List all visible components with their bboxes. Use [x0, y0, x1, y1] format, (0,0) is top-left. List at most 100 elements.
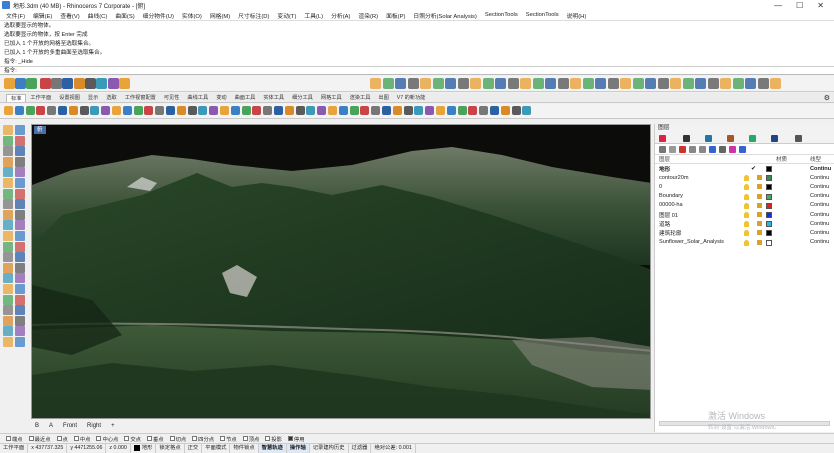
lock-icon[interactable]	[757, 239, 762, 245]
osnap-2[interactable]: 点	[56, 435, 68, 443]
lock-icon[interactable]	[757, 193, 762, 199]
viewport-tab-0[interactable]: B	[35, 423, 39, 429]
toolbar-icon[interactable]	[457, 78, 469, 89]
osnap-11[interactable]: 投影	[265, 435, 282, 443]
menu-item-3[interactable]: 曲线(C)	[84, 11, 112, 20]
side-tool-icon[interactable]	[3, 326, 13, 337]
osnap-checkbox[interactable]	[73, 436, 79, 441]
tool-icon[interactable]	[414, 106, 424, 115]
move-down-icon[interactable]	[699, 146, 706, 153]
side-tool-icon[interactable]	[15, 125, 25, 135]
viewport-title[interactable]: 俯	[34, 126, 46, 134]
viewport-tab-3[interactable]: Right	[87, 423, 101, 429]
toolbar-icon[interactable]	[570, 78, 581, 89]
side-tool-icon[interactable]	[15, 209, 25, 220]
tool-icon[interactable]	[144, 106, 154, 115]
tool-icon[interactable]	[392, 106, 402, 115]
tool-icon[interactable]	[317, 106, 327, 115]
move-up-icon[interactable]	[689, 146, 696, 153]
layer-color-swatch[interactable]	[766, 239, 772, 246]
side-tool-icon[interactable]	[3, 209, 13, 220]
tool-icon[interactable]	[425, 106, 435, 115]
side-tool-icon[interactable]	[3, 188, 13, 199]
side-tool-icon[interactable]	[15, 252, 25, 263]
viewport-tab-4[interactable]: +	[111, 423, 115, 429]
tool-icon[interactable]	[457, 106, 467, 115]
menu-item-16[interactable]: SectionTools	[522, 12, 563, 18]
tool-icon[interactable]	[209, 106, 219, 115]
command-prompt[interactable]: 指令:	[0, 66, 834, 75]
tool-icon[interactable]	[122, 106, 132, 115]
side-tool-icon[interactable]	[15, 337, 25, 347]
osnap-checkbox[interactable]	[96, 436, 102, 441]
menu-item-4[interactable]: 曲面(S)	[111, 11, 138, 20]
tool-icon[interactable]	[90, 106, 100, 115]
tool-icon[interactable]	[47, 106, 57, 115]
toolbar-icon[interactable]	[96, 78, 107, 89]
osnap-checkbox[interactable]	[124, 436, 130, 441]
menu-item-15[interactable]: SectionTools	[481, 12, 522, 18]
tool-icon[interactable]	[274, 106, 283, 115]
tool-icon[interactable]	[176, 106, 186, 115]
side-tool-icon[interactable]	[3, 156, 13, 167]
side-tool-icon[interactable]	[15, 146, 25, 157]
toolbar-icon[interactable]	[595, 78, 606, 89]
tool-icon[interactable]	[220, 106, 229, 115]
toolbar-icon[interactable]	[108, 78, 119, 89]
menu-item-0[interactable]: 文件(F)	[2, 11, 29, 20]
lock-icon[interactable]	[757, 221, 762, 227]
menu-item-2[interactable]: 查看(V)	[56, 11, 83, 20]
layer-row[interactable]: 0 Continu	[655, 182, 834, 191]
side-tool-icon[interactable]	[15, 241, 25, 252]
tab-6[interactable]: 可见性	[160, 94, 184, 101]
layer-row[interactable]: 图层 01 Continu	[655, 210, 834, 219]
tool-icon[interactable]	[14, 106, 24, 115]
side-tool-icon[interactable]	[15, 156, 25, 167]
menu-item-11[interactable]: 分析(A)	[327, 11, 354, 20]
side-tool-icon[interactable]	[15, 315, 25, 326]
osnap-9[interactable]: 节点	[220, 435, 237, 443]
tool-icon[interactable]	[25, 106, 35, 115]
help-icon[interactable]	[739, 146, 746, 153]
cplane-label[interactable]: 工作平面	[0, 444, 29, 453]
toolbar-icon[interactable]	[432, 78, 444, 89]
lock-icon[interactable]	[757, 211, 762, 217]
side-tool-icon[interactable]	[3, 315, 13, 326]
tool-icon[interactable]	[382, 106, 391, 115]
tool-icon[interactable]	[479, 106, 489, 115]
tab-7[interactable]: 曲线工具	[183, 94, 212, 101]
layer-row[interactable]: Boundary Continu	[655, 192, 834, 201]
osnap-1[interactable]: 最近点	[28, 435, 51, 443]
tool-icon[interactable]	[436, 106, 445, 115]
side-tool-icon[interactable]	[15, 231, 25, 241]
toolbar-icon[interactable]	[74, 78, 85, 89]
side-tool-icon[interactable]	[3, 241, 13, 252]
toolbar-icon[interactable]	[707, 78, 719, 89]
tool-icon[interactable]	[166, 106, 175, 115]
status-toggle-8[interactable]: 绝对公差: 0.001	[371, 444, 416, 453]
side-tool-icon[interactable]	[3, 252, 13, 263]
tools-icon[interactable]	[719, 146, 726, 153]
osnap-checkbox[interactable]	[220, 436, 226, 441]
osnap-8[interactable]: 四分点	[192, 435, 214, 443]
menu-item-1[interactable]: 编辑(E)	[29, 11, 56, 20]
layer-row[interactable]: contour20m Continu	[655, 173, 834, 182]
side-tool-icon[interactable]	[3, 220, 13, 231]
toolbar-icon[interactable]	[119, 78, 130, 89]
gear-icon[interactable]: ⚙	[824, 94, 830, 102]
tool-icon[interactable]	[112, 106, 121, 115]
toolbar-icon[interactable]	[757, 78, 769, 89]
lock-icon[interactable]	[757, 230, 762, 236]
menu-item-7[interactable]: 网格(M)	[206, 11, 234, 20]
layer-color-swatch[interactable]	[766, 184, 772, 191]
osnap-5[interactable]: 交点	[124, 435, 141, 443]
side-tool-icon[interactable]	[15, 220, 25, 231]
tab-2[interactable]: 设置视图	[55, 94, 84, 101]
menu-item-12[interactable]: 渲染(R)	[354, 11, 382, 20]
side-tool-icon[interactable]	[15, 262, 25, 273]
toolbar-icon[interactable]	[382, 78, 394, 89]
filter-icon[interactable]	[709, 146, 716, 153]
side-tool-icon[interactable]	[3, 199, 13, 210]
toolbar-icon[interactable]	[657, 78, 669, 89]
tool-icon[interactable]	[79, 106, 89, 115]
